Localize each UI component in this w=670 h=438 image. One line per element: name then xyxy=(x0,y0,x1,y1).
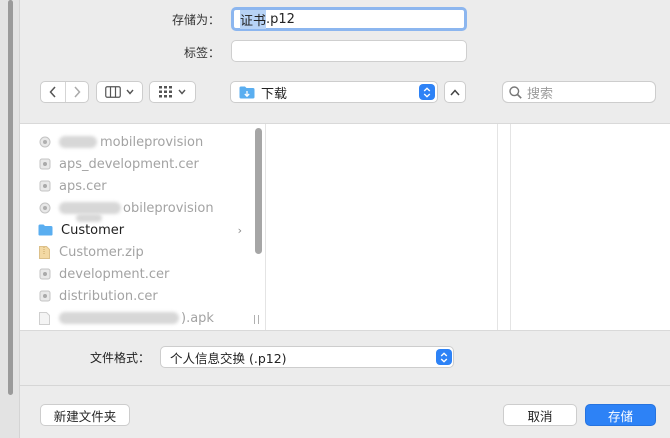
file-item[interactable]: aps.cer xyxy=(20,175,250,197)
file-format-label: 文件格式： xyxy=(90,351,151,365)
chevron-left-icon xyxy=(49,86,56,98)
save-dialog: 存储为： 证书 .p12 标签： 下载 搜索 mobileprovision a… xyxy=(20,0,670,438)
view-mode-button[interactable] xyxy=(96,81,143,103)
search-placeholder: 搜索 xyxy=(527,86,554,102)
location-popup[interactable]: 下载 xyxy=(230,81,438,103)
filename-selected-text: 证书 xyxy=(240,9,267,29)
chevron-down-icon xyxy=(126,89,134,95)
file-item[interactable]: mobileprovision xyxy=(20,131,250,153)
collapse-button[interactable] xyxy=(444,81,466,103)
grid-group-icon xyxy=(159,86,172,98)
file-name: aps.cer xyxy=(59,178,107,194)
certificate-icon xyxy=(38,289,51,303)
chevron-down-icon xyxy=(178,89,186,95)
redacted-text xyxy=(59,202,121,214)
background-window-strip xyxy=(0,0,20,438)
location-label: 下载 xyxy=(261,86,288,102)
column-divider[interactable] xyxy=(265,124,266,330)
file-name: ).apk xyxy=(181,310,214,326)
column-view-icon xyxy=(105,86,121,98)
provision-icon xyxy=(38,201,51,215)
footer-divider xyxy=(20,385,670,386)
certificate-icon xyxy=(38,157,51,171)
zip-icon xyxy=(38,245,51,259)
new-folder-button[interactable]: 新建文件夹 xyxy=(40,404,130,426)
filename-extension-text: .p12 xyxy=(266,11,295,27)
file-name: Customer.zip xyxy=(59,244,144,260)
file-browser: mobileprovision aps_development.cer aps.… xyxy=(20,123,670,331)
column-divider[interactable] xyxy=(497,124,498,330)
file-item[interactable]: distribution.cer xyxy=(20,285,250,307)
document-icon xyxy=(38,311,51,325)
save-as-label: 存储为： xyxy=(171,13,220,27)
file-column: mobileprovision aps_development.cer aps.… xyxy=(20,124,265,330)
file-name: obileprovision xyxy=(123,200,214,216)
certificate-icon xyxy=(38,179,51,193)
file-format-value: 个人信息交换 (.p12) xyxy=(170,350,287,366)
column-divider[interactable] xyxy=(510,124,511,330)
redacted-text xyxy=(59,136,97,148)
folder-icon xyxy=(38,223,53,237)
back-forward-control[interactable] xyxy=(40,81,89,103)
file-name: development.cer xyxy=(59,266,170,282)
filename-field[interactable]: 证书 .p12 xyxy=(231,7,467,31)
search-icon xyxy=(509,85,522,99)
file-item[interactable]: obileprovision xyxy=(20,197,250,219)
redacted-text xyxy=(59,312,179,324)
back-button[interactable] xyxy=(42,82,65,102)
file-item[interactable]: development.cer xyxy=(20,263,250,285)
chevron-right-icon: › xyxy=(237,223,242,237)
window-scrollbar[interactable] xyxy=(8,0,13,395)
file-item-customer-folder[interactable]: Customer › xyxy=(20,219,250,241)
format-stepper-icon xyxy=(436,349,452,365)
group-by-button[interactable] xyxy=(149,81,196,103)
location-stepper-icon xyxy=(419,84,435,100)
certificate-icon xyxy=(38,267,51,281)
tags-label: 标签： xyxy=(183,46,220,60)
save-button[interactable]: 存储 xyxy=(585,404,656,426)
file-format-popup[interactable]: 个人信息交换 (.p12) xyxy=(160,346,454,368)
chevron-up-icon xyxy=(450,88,460,95)
file-name: Customer xyxy=(61,222,125,238)
forward-button[interactable] xyxy=(64,82,88,102)
chevron-right-icon xyxy=(73,86,81,98)
file-name: aps_development.cer xyxy=(59,156,199,172)
tags-field[interactable] xyxy=(231,40,467,62)
file-item[interactable]: aps_development.cer xyxy=(20,153,250,175)
column-scrollbar[interactable] xyxy=(255,128,262,254)
column-resize-handle[interactable]: || xyxy=(253,315,261,325)
cancel-button[interactable]: 取消 xyxy=(503,404,577,426)
search-field[interactable]: 搜索 xyxy=(502,81,656,103)
provision-icon xyxy=(38,135,51,149)
file-item[interactable]: ).apk xyxy=(20,307,250,329)
downloads-folder-icon xyxy=(239,86,255,98)
file-name: distribution.cer xyxy=(59,288,158,304)
file-item[interactable]: Customer.zip xyxy=(20,241,250,263)
file-name: mobileprovision xyxy=(100,134,204,150)
